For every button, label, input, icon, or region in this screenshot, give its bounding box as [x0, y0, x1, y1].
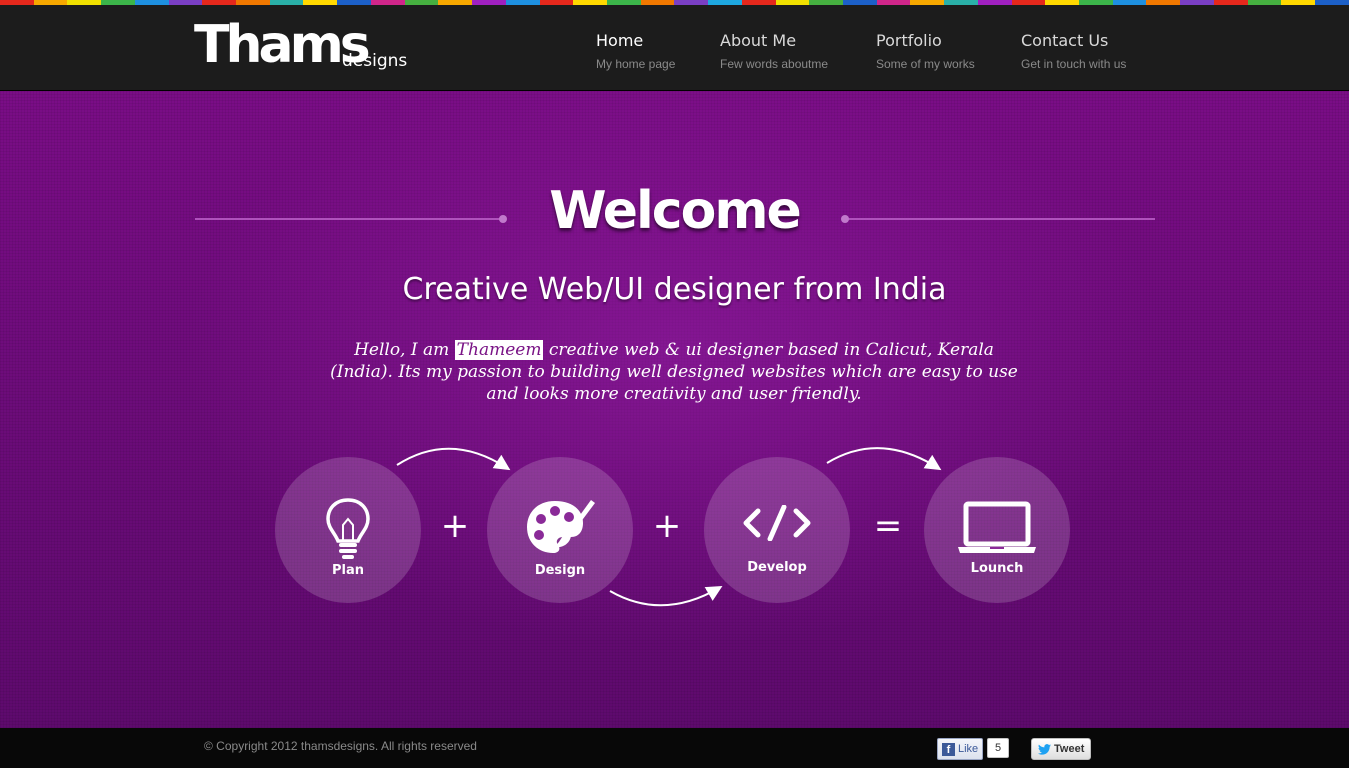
arrow-develop-lounch: [826, 447, 942, 471]
facebook-icon: f: [942, 742, 955, 756]
nav-item-home[interactable]: Home My home page: [596, 31, 720, 71]
step-lounch: Lounch: [924, 457, 1070, 603]
nav-label: About Me: [720, 31, 797, 50]
laptop-icon: [958, 501, 1036, 553]
main-nav: Home My home page About Me Few words abo…: [596, 31, 1141, 71]
nav-item-contact[interactable]: Contact Us Get in touch with us: [1021, 31, 1141, 71]
plus-operator: +: [652, 506, 682, 546]
step-design: Design: [487, 457, 633, 603]
step-plan: Plan: [275, 457, 421, 603]
nav-label: Portfolio: [876, 31, 942, 50]
nav-sublabel: Some of my works: [876, 57, 975, 71]
nav-sublabel: My home page: [596, 57, 676, 71]
code-icon: [743, 505, 811, 541]
arrow-plan-design: [396, 447, 511, 471]
nav-sublabel: Get in touch with us: [1021, 57, 1127, 71]
like-label: Like: [958, 743, 979, 755]
process-arrows: [396, 447, 942, 607]
equals-operator: =: [873, 506, 903, 546]
logo-subtext: designs: [342, 51, 408, 71]
plus-operator: +: [440, 506, 470, 546]
site-footer: © Copyright 2012 thamsdesigns. All right…: [0, 728, 1349, 768]
lightbulb-icon: [326, 498, 370, 559]
step-label: Develop: [747, 560, 807, 575]
step-develop: Develop: [704, 457, 850, 603]
nav-item-about[interactable]: About Me Few words aboutme: [720, 31, 876, 71]
copyright-text: © Copyright 2012 thamsdesigns. All right…: [204, 739, 477, 753]
step-label: Lounch: [970, 561, 1024, 576]
hero-section: Welcome Creative Web/UI designer from In…: [0, 91, 1349, 728]
tweet-button[interactable]: Tweet: [1031, 738, 1092, 760]
tweet-label: Tweet: [1054, 743, 1085, 755]
arrow-design-develop: [609, 585, 723, 607]
facebook-like-button[interactable]: f Like: [937, 738, 984, 760]
step-label: Design: [534, 563, 586, 578]
like-count: 5: [987, 738, 1009, 758]
site-header: Thams designs Home My home page About Me…: [0, 5, 1349, 91]
step-label: Plan: [331, 563, 364, 578]
twitter-bird-icon: [1038, 743, 1051, 755]
logo-wordmark: Thams: [194, 15, 371, 75]
logo[interactable]: Thams designs: [194, 15, 414, 79]
nav-label: Contact Us: [1021, 31, 1109, 50]
palette-icon: [527, 500, 595, 553]
nav-label: Home: [596, 31, 644, 50]
nav-sublabel: Few words aboutme: [720, 57, 829, 71]
nav-item-portfolio[interactable]: Portfolio Some of my works: [876, 31, 1021, 71]
